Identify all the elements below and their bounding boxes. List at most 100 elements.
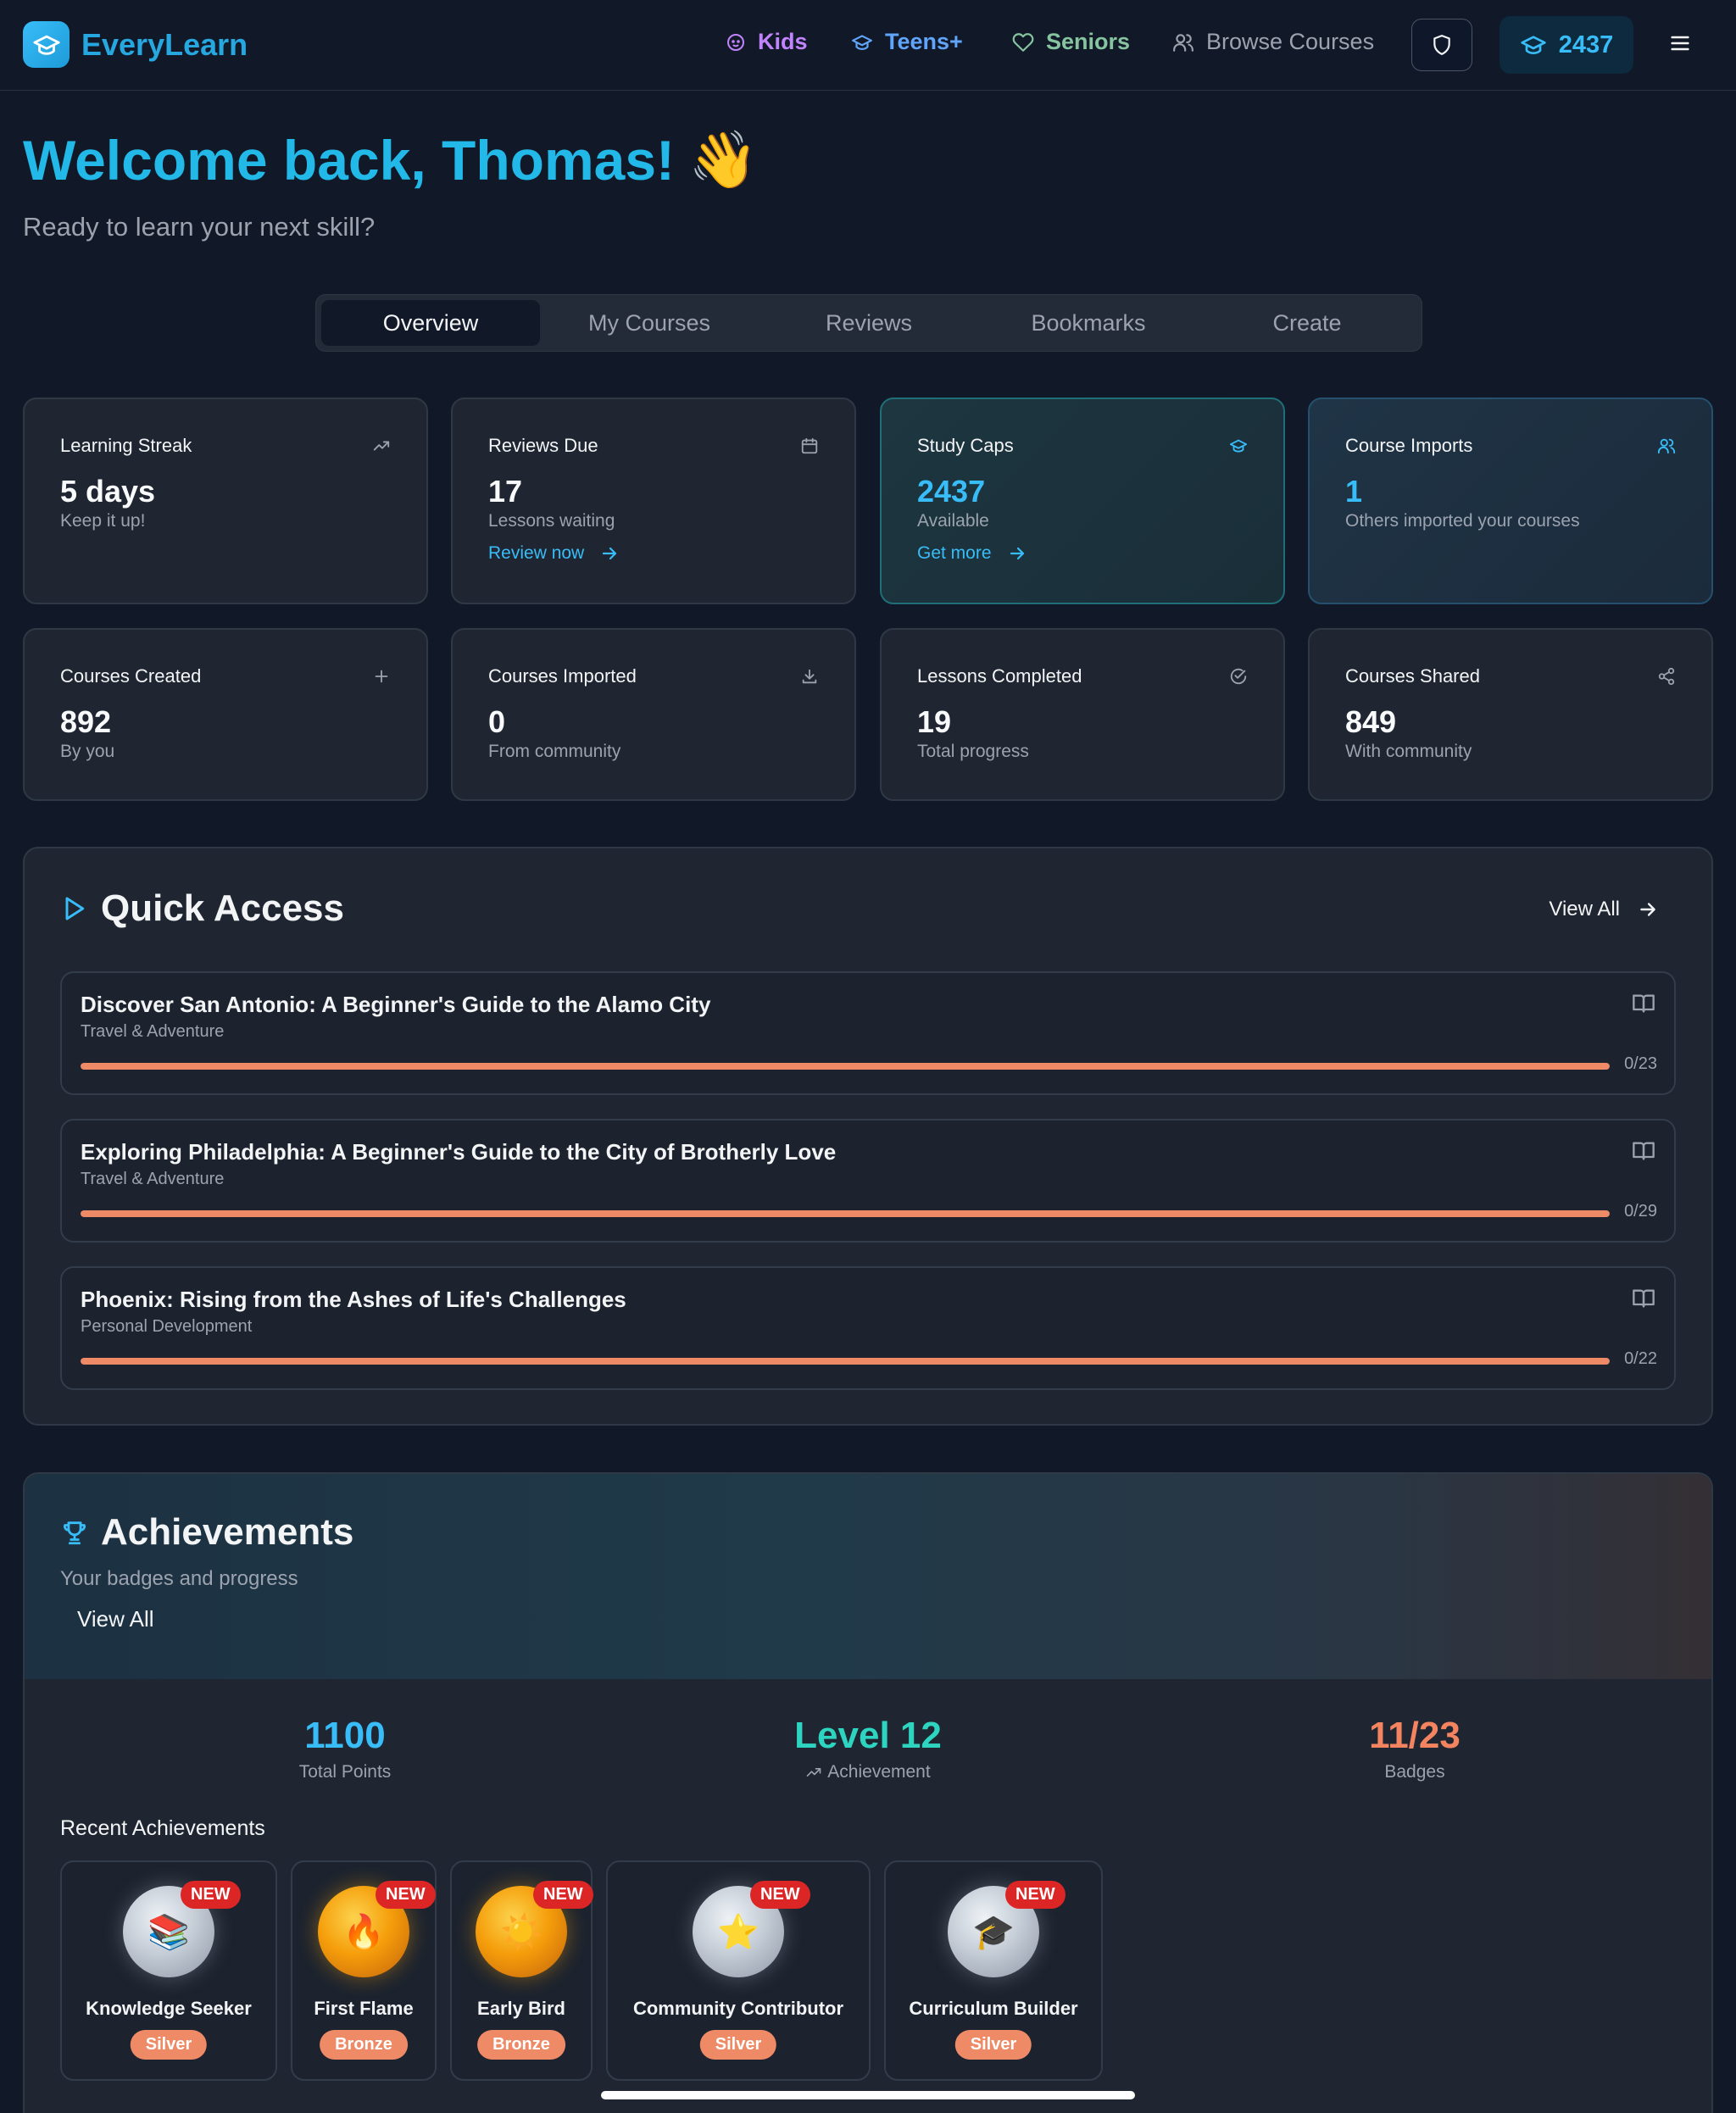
welcome-heading: Welcome back, Thomas! 👋 <box>23 127 758 193</box>
stat-card-courses-created: Courses Created 892 By you <box>23 628 428 801</box>
stat-value: 1 <box>1345 474 1363 509</box>
review-now-label: Review now <box>488 543 585 563</box>
achievement-card-early-bird[interactable]: ☀️ NEW Early Bird Bronze <box>450 1860 593 2081</box>
stat-value: 5 days <box>60 474 156 509</box>
quick-access-header: Quick Access <box>60 887 344 930</box>
review-now-link[interactable]: Review now <box>488 543 620 564</box>
level-label-text: Achievement <box>827 1762 931 1782</box>
course-card[interactable]: Exploring Philadelphia: A Beginner's Gui… <box>60 1119 1676 1243</box>
achievements-subtitle: Your badges and progress <box>60 1567 298 1590</box>
stat-card-reviews-due: Reviews Due 17 Lessons waiting Review no… <box>451 398 856 604</box>
total-points-stat: 1100 Total Points <box>175 1715 515 1782</box>
course-progress-count: 0/22 <box>1624 1349 1657 1368</box>
tab-reviews[interactable]: Reviews <box>760 300 978 346</box>
stat-card-courses-imported: Courses Imported 0 From community <box>451 628 856 801</box>
waving-hand-icon: 👋 <box>688 128 759 191</box>
stat-card-courses-shared: Courses Shared 849 With community <box>1308 628 1713 801</box>
quick-access-view-all-button[interactable]: View All <box>1549 898 1659 921</box>
achievements-view-all-button[interactable]: View All <box>77 1606 154 1632</box>
tab-create[interactable]: Create <box>1198 300 1416 346</box>
achievement-name: Early Bird <box>477 1998 565 2019</box>
brand-name: EveryLearn <box>81 26 248 62</box>
users-icon <box>1172 31 1194 53</box>
achievement-tier: Silver <box>954 2030 1032 2060</box>
graduation-cap-icon <box>1520 31 1547 58</box>
users-icon <box>1657 437 1676 455</box>
course-progress-bar <box>81 1358 1610 1365</box>
download-icon <box>800 667 819 686</box>
book-open-icon[interactable] <box>1632 1287 1655 1310</box>
stat-subtitle: Others imported your courses <box>1345 511 1580 531</box>
get-more-link[interactable]: Get more <box>917 543 1027 564</box>
achievements-header: Achievements <box>60 1511 353 1554</box>
course-card[interactable]: Phoenix: Rising from the Ashes of Life's… <box>60 1266 1676 1390</box>
study-caps-balance-button[interactable]: 2437 <box>1500 16 1633 74</box>
new-badge: NEW <box>1005 1881 1066 1909</box>
tab-overview[interactable]: Overview <box>321 300 540 346</box>
arrow-right-icon <box>1637 898 1659 920</box>
quick-access-panel: Quick Access View All Discover San Anton… <box>23 847 1713 1426</box>
progress-fill <box>81 1358 1610 1365</box>
home-indicator[interactable] <box>601 2091 1135 2099</box>
nav-browse-courses[interactable]: Browse Courses <box>1172 29 1374 55</box>
shield-icon <box>1431 34 1453 56</box>
book-open-icon[interactable] <box>1632 1139 1655 1163</box>
new-badge: NEW <box>750 1881 810 1909</box>
stat-value: 2437 <box>917 474 986 509</box>
achievement-name: Curriculum Builder <box>909 1998 1078 2019</box>
level-stat: Level 12 Achievement <box>698 1715 1038 1782</box>
achievements-panel: Achievements Your badges and progress Vi… <box>23 1472 1713 2113</box>
badges-value: 11/23 <box>1369 1715 1461 1756</box>
heart-icon <box>1012 31 1034 53</box>
course-progress-bar <box>81 1063 1610 1070</box>
welcome-text: Welcome back, Thomas! <box>23 129 676 192</box>
tab-bookmarks[interactable]: Bookmarks <box>979 300 1198 346</box>
course-card[interactable]: Discover San Antonio: A Beginner's Guide… <box>60 971 1676 1095</box>
achievement-card-community-contributor[interactable]: ⭐ NEW Community Contributor Silver <box>606 1860 871 2081</box>
quick-access-title: Quick Access <box>101 887 344 929</box>
nav-teens[interactable]: Teens+ <box>851 29 963 55</box>
new-badge: NEW <box>181 1881 241 1909</box>
hamburger-menu-icon[interactable] <box>1668 31 1692 55</box>
course-title: Exploring Philadelphia: A Beginner's Gui… <box>81 1139 837 1165</box>
nav-browse-label: Browse Courses <box>1206 29 1375 54</box>
nav-kids[interactable]: Kids <box>726 29 808 55</box>
course-category: Travel & Adventure <box>81 1170 225 1188</box>
stat-card-lessons-completed: Lessons Completed 19 Total progress <box>880 628 1285 801</box>
badges-stat: 11/23 Badges <box>1245 1715 1584 1782</box>
stat-card-course-imports: Course Imports 1 Others imported your co… <box>1308 398 1713 604</box>
stat-title: Study Caps <box>917 435 1014 456</box>
admin-shield-button[interactable] <box>1411 19 1472 71</box>
stat-title: Courses Shared <box>1345 665 1480 687</box>
nav-seniors[interactable]: Seniors <box>1012 29 1130 55</box>
stat-title: Courses Imported <box>488 665 637 687</box>
stat-subtitle: Available <box>917 511 989 531</box>
tab-my-courses[interactable]: My Courses <box>540 300 759 346</box>
book-open-icon[interactable] <box>1632 992 1655 1015</box>
baby-icon <box>726 32 746 53</box>
achievement-card-knowledge-seeker[interactable]: 📚 NEW Knowledge Seeker Silver <box>60 1860 277 2081</box>
check-circle-icon <box>1229 667 1248 686</box>
achievements-title: Achievements <box>101 1511 354 1553</box>
total-points-label: Total Points <box>298 1762 392 1782</box>
brand-logo[interactable]: EveryLearn <box>23 21 248 68</box>
new-badge: NEW <box>376 1881 436 1909</box>
arrow-right-icon <box>1007 543 1027 564</box>
course-category: Personal Development <box>81 1317 253 1336</box>
caps-count: 2437 <box>1558 31 1614 58</box>
course-progress-bar <box>81 1210 1610 1217</box>
play-icon <box>60 894 87 923</box>
share-icon <box>1657 667 1676 686</box>
progress-fill <box>81 1210 1610 1217</box>
stat-card-study-caps: Study Caps 2437 Available Get more <box>880 398 1285 604</box>
stat-title: Learning Streak <box>60 435 192 456</box>
graduation-cap-icon <box>851 31 873 53</box>
achievement-card-first-flame[interactable]: 🔥 NEW First Flame Bronze <box>291 1860 437 2081</box>
achievement-card-curriculum-builder[interactable]: 🎓 NEW Curriculum Builder Silver <box>884 1860 1103 2081</box>
stat-title: Courses Created <box>60 665 202 687</box>
view-all-label: View All <box>1549 898 1620 920</box>
stat-subtitle: With community <box>1345 742 1472 761</box>
nav-kids-label: Kids <box>758 29 808 54</box>
stat-title: Reviews Due <box>488 435 598 456</box>
level-value: Level 12 <box>794 1715 942 1756</box>
